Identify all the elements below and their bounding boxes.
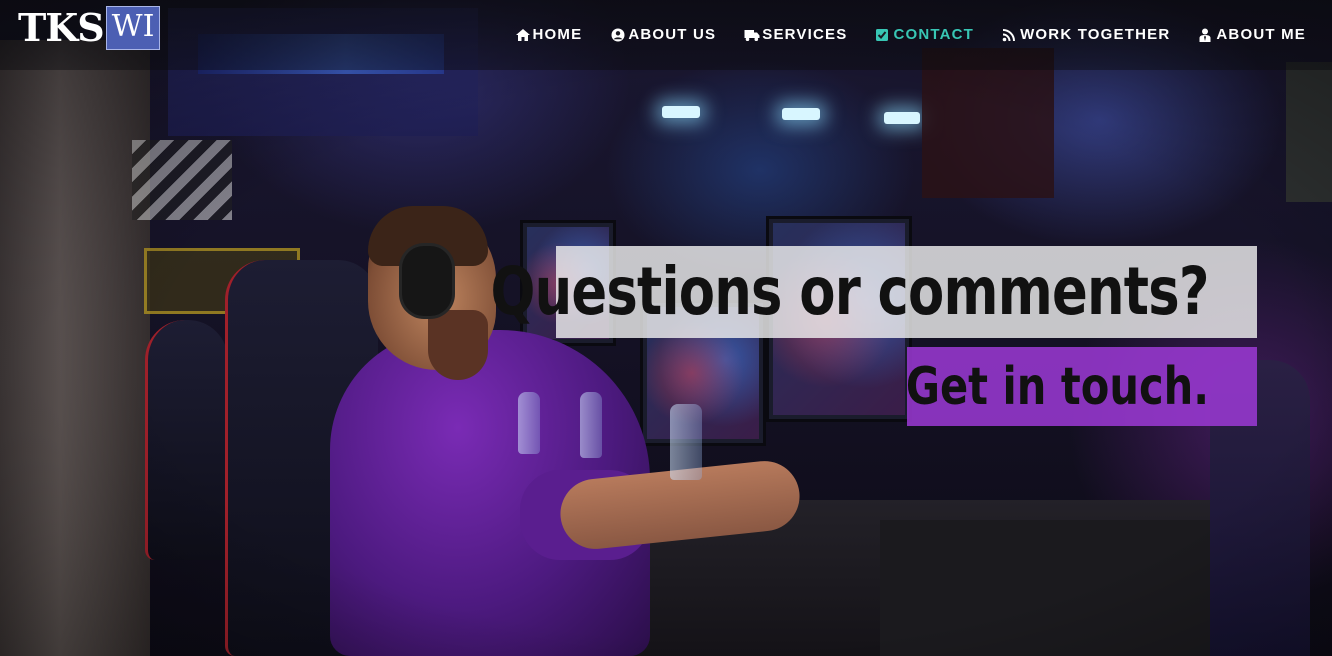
hero-subline: Get in touch. (905, 356, 1209, 417)
home-icon (515, 28, 531, 42)
nav-item-contact[interactable]: CONTACT (875, 24, 974, 46)
nav-label: SERVICES (762, 26, 848, 43)
hero-headline: Questions or comments? (490, 253, 1210, 330)
page: TKS WI HOME ABOUT US SERVICES CONTACT WO… (0, 0, 1332, 656)
user-tie-icon (1198, 28, 1214, 42)
nav-label: WORK TOGETHER (1020, 26, 1171, 43)
nav-label: CONTACT (893, 26, 975, 43)
logo-badge: WI (105, 6, 161, 50)
nav-item-work-together[interactable]: WORK TOGETHER (1002, 24, 1170, 46)
logo-text: TKS (18, 5, 105, 50)
nav-label: ABOUT US (628, 26, 717, 43)
user-circle-icon (610, 28, 626, 42)
hero-headline-box: Questions or comments? (491, 246, 1257, 338)
site-logo[interactable]: TKS WI (18, 5, 161, 50)
hero-subline-box: Get in touch. (905, 347, 1257, 426)
check-square-icon (875, 28, 891, 42)
nav-label: HOME (532, 26, 583, 43)
nav-item-home[interactable]: HOME (515, 24, 583, 46)
nav-label: ABOUT ME (1216, 26, 1306, 43)
main-nav: HOME ABOUT US SERVICES CONTACT WORK TOGE… (515, 24, 1307, 46)
nav-item-about-us[interactable]: ABOUT US (610, 24, 716, 46)
rss-icon (1002, 28, 1018, 42)
truck-icon (744, 28, 760, 42)
nav-item-services[interactable]: SERVICES (744, 24, 847, 46)
site-header: TKS WI HOME ABOUT US SERVICES CONTACT WO… (0, 0, 1332, 70)
nav-item-about-me[interactable]: ABOUT ME (1198, 24, 1306, 46)
